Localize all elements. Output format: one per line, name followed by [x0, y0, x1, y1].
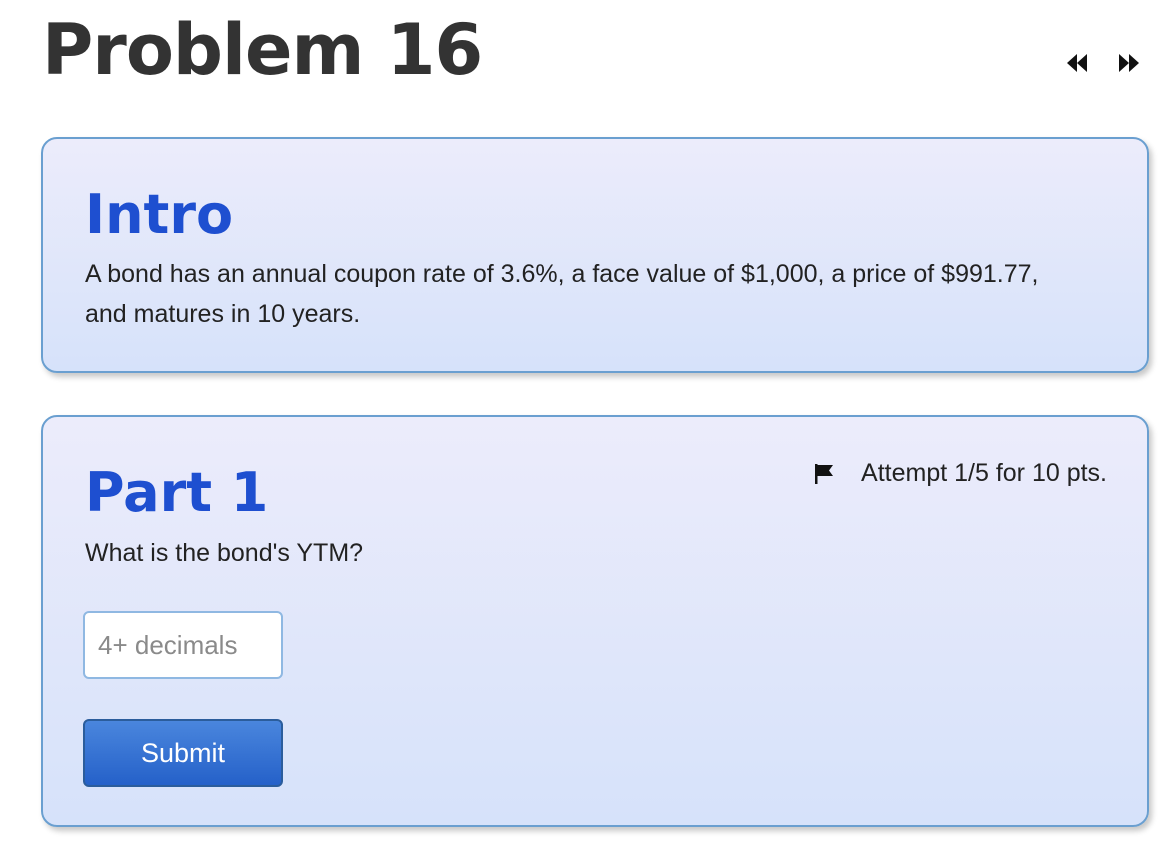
previous-problem-button[interactable]: [1060, 50, 1094, 76]
double-chevron-right-icon: [1119, 54, 1139, 72]
intro-card: Intro A bond has an annual coupon rate o…: [41, 137, 1149, 373]
intro-text: A bond has an annual coupon rate of 3.6%…: [85, 260, 1039, 328]
problem-navigation: [1060, 50, 1146, 76]
page: Problem 16 Intro A bond has an annual co…: [0, 0, 1172, 860]
next-problem-button[interactable]: [1112, 50, 1146, 76]
flag-icon[interactable]: [813, 462, 835, 486]
intro-heading: Intro: [85, 183, 234, 246]
double-chevron-left-icon: [1067, 54, 1087, 72]
question-text: What is the bond's YTM?: [85, 539, 364, 567]
answer-input[interactable]: [83, 611, 283, 679]
part-1-card: Part 1 Attempt 1/5 for 10 pts. What is t…: [41, 415, 1149, 827]
part-1-heading: Part 1: [85, 461, 269, 524]
submit-button[interactable]: Submit: [83, 719, 283, 787]
attempt-text: Attempt 1/5 for 10 pts.: [861, 459, 1107, 487]
attempt-info: Attempt 1/5 for 10 pts.: [813, 459, 1107, 488]
page-title: Problem 16: [42, 9, 483, 91]
